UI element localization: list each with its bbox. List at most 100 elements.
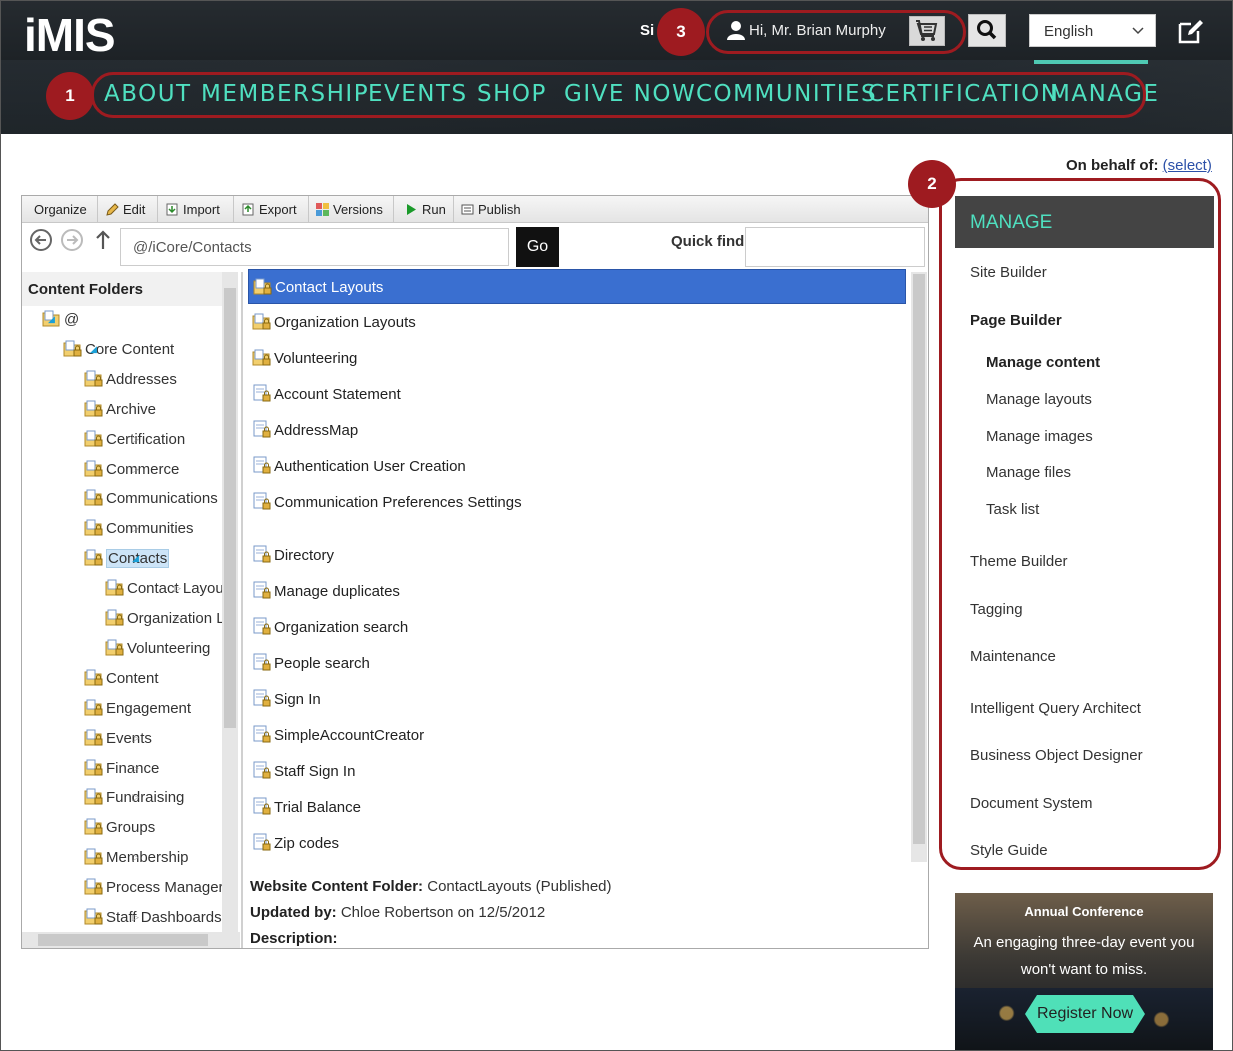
collapsed-triangle-icon[interactable]: ▷ [132,464,139,475]
edit-button[interactable]: Edit [99,196,158,223]
nav-about[interactable]: ABOUT [104,81,192,107]
content-list-item[interactable]: SimpleAccountCreator [248,718,906,753]
search-button[interactable] [968,14,1006,47]
tree-item[interactable]: ▷ Fundraising [84,787,184,809]
tree-horizontal-scrollbar[interactable] [22,932,240,948]
tree-item[interactable]: Communications [84,488,218,510]
nav-certification[interactable]: CERTIFICATION [868,81,1059,107]
tree-item[interactable]: ▷ Events [84,728,152,750]
tree-item[interactable]: Process Manager [84,877,224,899]
pane-splitter[interactable] [241,272,243,948]
content-list-item[interactable]: Zip codes [248,826,906,861]
sidebar-item-manage-layouts[interactable]: Manage layouts [986,391,1092,408]
quick-find-input[interactable] [745,227,925,267]
collapsed-triangle-icon[interactable]: ▷ [132,912,139,923]
sidebar-item-page-builder[interactable]: Page Builder [970,312,1062,329]
expanded-triangle-icon[interactable]: ◢ [48,314,55,325]
back-button[interactable] [30,229,52,251]
list-scrollbar[interactable] [911,272,927,862]
expanded-triangle-icon[interactable]: ◢ [132,553,139,564]
sidebar-item-site-builder[interactable]: Site Builder [970,264,1047,281]
content-list-item[interactable]: Organization Layouts [248,305,906,340]
tree-item[interactable]: ◢ Contacts [84,548,170,570]
tree-item[interactable]: Content [84,668,159,690]
list-scroll-thumb[interactable] [913,274,925,844]
register-now-button[interactable]: Register Now [1025,995,1145,1033]
tree-item[interactable]: ◢ Core Content [63,339,174,361]
behalf-select-link[interactable]: (select) [1163,157,1212,174]
nav-shop[interactable]: SHOP [477,81,547,107]
tree-item[interactable]: ▷ Contact Layouts [105,578,235,600]
tree-item[interactable]: ▷ Commerce [84,459,179,481]
nav-give-now[interactable]: GIVE NOW [564,81,696,107]
import-button[interactable]: Import [159,196,234,223]
tree-item[interactable]: ▷ Finance [84,758,159,780]
collapsed-triangle-icon[interactable]: ▷ [132,523,139,534]
sidebar-item-tagging[interactable]: Tagging [970,601,1023,618]
content-list-item[interactable]: Communication Preferences Settings [248,485,906,520]
sidebar-item-manage-images[interactable]: Manage images [986,428,1093,445]
content-list-item[interactable]: Authentication User Creation [248,449,906,484]
arrow-up-icon[interactable] [94,229,112,251]
tree-item[interactable]: ▷ Membership [84,847,189,869]
tree-hscroll-thumb[interactable] [38,934,208,946]
collapsed-triangle-icon[interactable]: ▷ [174,583,181,594]
export-button[interactable]: Export [235,196,309,223]
sidebar-item-style-guide[interactable]: Style Guide [970,842,1048,859]
content-list-item[interactable]: AddressMap [248,413,906,448]
content-list-item[interactable]: Staff Sign In [248,754,906,789]
tree-item[interactable]: ◢ @ [42,309,79,331]
nav-events[interactable]: EVENTS [368,81,468,107]
tree-item[interactable]: ▷ Communities [84,518,194,540]
path-input[interactable]: @/iCore/Contacts [120,228,509,266]
sidebar-item-document-system[interactable]: Document System [970,795,1093,812]
sidebar-item-theme-builder[interactable]: Theme Builder [970,553,1068,570]
collapsed-triangle-icon[interactable]: ▷ [132,763,139,774]
nav-manage[interactable]: MANAGE [1050,81,1159,107]
versions-button[interactable]: Versions [310,196,394,223]
publish-button[interactable]: Publish [455,196,530,223]
collapsed-triangle-icon[interactable]: ▷ [132,852,139,863]
content-list-item[interactable]: Sign In [248,682,906,717]
content-list-item[interactable]: Account Statement [248,377,906,412]
forward-button[interactable] [61,229,83,251]
tree-item[interactable]: Groups [84,817,155,839]
tree-item[interactable]: ▷ Certification [84,429,185,451]
language-select[interactable]: English [1029,14,1156,47]
content-list-item[interactable]: Organization search [248,610,906,645]
organize-button[interactable]: Organize [22,196,98,223]
content-list-item[interactable]: People search [248,646,906,681]
edit-page-button[interactable] [1176,16,1206,46]
tree-item[interactable]: ▷Organization Layouts [105,608,238,630]
content-list-item[interactable]: Contact Layouts [248,269,906,304]
collapsed-triangle-icon[interactable]: ▷ [132,434,139,445]
collapsed-triangle-icon[interactable]: ▷ [132,792,139,803]
sidebar-item-maintenance[interactable]: Maintenance [970,648,1056,665]
tree-item[interactable]: Addresses [84,369,177,391]
content-list-item[interactable]: Directory [248,538,906,573]
tree-item[interactable]: ▷ Staff Dashboards [84,907,222,929]
tree-item[interactable]: Volunteering [105,638,210,660]
user-greeting[interactable]: Hi, Mr. Brian Murphy [749,22,886,39]
go-button[interactable]: Go [516,227,559,267]
sidebar-item-intelligent-query-architect[interactable]: Intelligent Query Architect [970,700,1141,717]
nav-communities[interactable]: COMMUNITIES [696,81,877,107]
sidebar-item-manage-files[interactable]: Manage files [986,464,1071,481]
imis-logo[interactable]: iMIS [24,8,116,62]
nav-membership[interactable]: MEMBERSHIP [201,81,369,107]
tree-item[interactable]: Engagement [84,698,191,720]
collapsed-triangle-icon[interactable]: ▷ [132,733,139,744]
tree-scroll-thumb[interactable] [224,288,236,728]
collapsed-triangle-icon[interactable]: ▷ [174,613,181,624]
sidebar-item-manage-content[interactable]: Manage content [986,354,1100,371]
run-button[interactable]: Run [395,196,454,223]
sidebar-item-task-list[interactable]: Task list [986,501,1039,518]
sign-in-link-partial[interactable]: Si [640,22,654,39]
content-list-item[interactable]: Manage duplicates [248,574,906,609]
expanded-triangle-icon[interactable]: ◢ [90,344,97,355]
content-list-item[interactable]: Volunteering [248,341,906,376]
content-list-item[interactable]: Trial Balance [248,790,906,825]
cart-button[interactable] [909,16,945,46]
user-account-area[interactable]: Hi, Mr. Brian Murphy [719,15,949,47]
tree-item[interactable]: Archive [84,399,156,421]
